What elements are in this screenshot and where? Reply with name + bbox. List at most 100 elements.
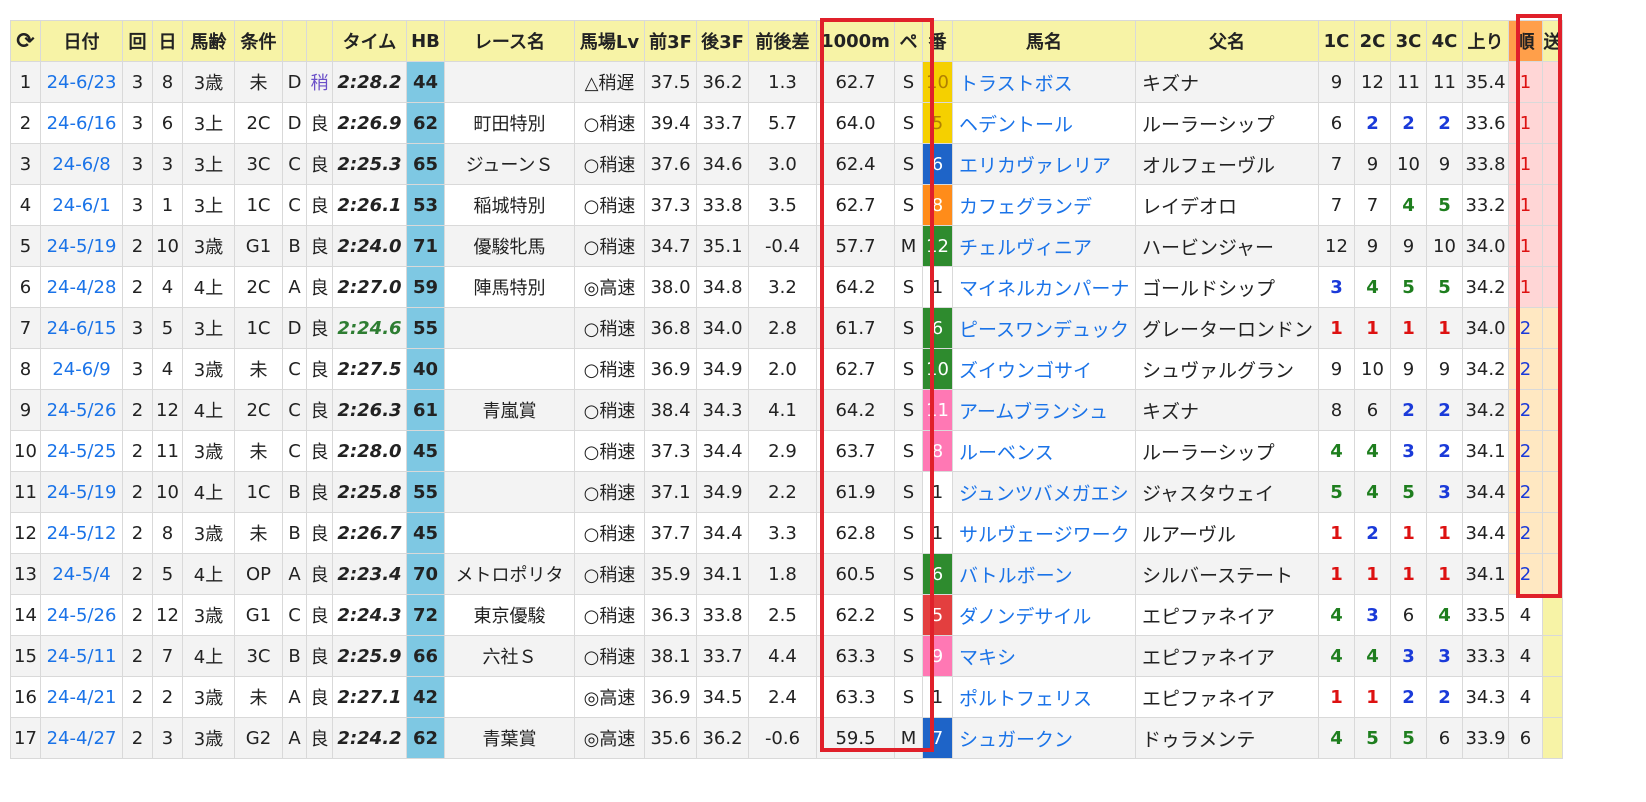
- rank-cell: 2: [1508, 307, 1543, 349]
- condition-cell: 1C: [234, 307, 283, 349]
- col-going[interactable]: [306, 20, 333, 62]
- corner-4-cell: 11: [1426, 61, 1463, 103]
- date-link[interactable]: 24-5/26: [40, 389, 123, 431]
- refresh-icon[interactable]: ⟳: [10, 20, 41, 62]
- corner-1-cell: 4: [1318, 717, 1355, 759]
- col-2c[interactable]: 2C: [1354, 20, 1391, 62]
- horse-name-link[interactable]: マキシ: [952, 635, 1136, 677]
- day-cell: 10: [152, 225, 183, 267]
- track-cell: B: [282, 225, 307, 267]
- col-1c[interactable]: 1C: [1318, 20, 1355, 62]
- track-level-cell: ○稍速: [574, 143, 645, 185]
- horse-name-link[interactable]: ジュンツバメガエシ: [952, 471, 1136, 513]
- col-diff[interactable]: 前後差: [748, 20, 817, 62]
- date-link[interactable]: 24-4/27: [40, 717, 123, 759]
- col-3c[interactable]: 3C: [1390, 20, 1427, 62]
- extra-cell: [1542, 430, 1563, 472]
- col-first-3f[interactable]: 前3F: [644, 20, 697, 62]
- hb-cell: 66: [406, 635, 445, 677]
- horse-name-link[interactable]: ピースワンデュック: [952, 307, 1136, 349]
- horse-name-link[interactable]: ズイウンゴサイ: [952, 348, 1136, 390]
- table-row: 5 24-5/19 2 10 3歳 G1 B 良 2:24.0 71 優駿牝馬 ○稍速 34.7 35.1…: [10, 225, 1563, 267]
- first-3f-cell: 38.0: [644, 266, 697, 308]
- date-link[interactable]: 24-4/28: [40, 266, 123, 308]
- horse-name-link[interactable]: バトルボーン: [952, 553, 1136, 595]
- date-link[interactable]: 24-6/9: [40, 348, 123, 390]
- col-rank[interactable]: 順: [1508, 20, 1543, 62]
- horse-name-link[interactable]: カフェグランデ: [952, 184, 1136, 226]
- col-track[interactable]: [282, 20, 307, 62]
- col-day[interactable]: 日: [152, 20, 183, 62]
- condition-cell: 2C: [234, 389, 283, 431]
- col-pace[interactable]: ペ: [894, 20, 923, 62]
- horse-name-link[interactable]: ルーベンス: [952, 430, 1136, 472]
- agari-cell: 33.5: [1462, 594, 1509, 636]
- horse-name-link[interactable]: ポルトフェリス: [952, 676, 1136, 718]
- time-cell: 2:27.0: [332, 266, 407, 308]
- horse-name-link[interactable]: アームブランシュ: [952, 389, 1136, 431]
- col-time[interactable]: タイム: [332, 20, 407, 62]
- col-number[interactable]: 番: [922, 20, 953, 62]
- 1000m-cell: 61.9: [816, 471, 895, 513]
- sire-cell: ゴールドシップ: [1135, 266, 1319, 308]
- track-cell: C: [282, 430, 307, 472]
- col-race-name[interactable]: レース名: [444, 20, 575, 62]
- col-kai[interactable]: 回: [122, 20, 153, 62]
- track-cell: D: [282, 61, 307, 103]
- date-link[interactable]: 24-5/4: [40, 553, 123, 595]
- date-link[interactable]: 24-6/16: [40, 102, 123, 144]
- horse-name-link[interactable]: シュガークン: [952, 717, 1136, 759]
- date-link[interactable]: 24-5/19: [40, 225, 123, 267]
- horse-name-link[interactable]: ヘデントール: [952, 102, 1136, 144]
- col-last-3f[interactable]: 後3F: [696, 20, 749, 62]
- corner-4-cell: 1: [1426, 512, 1463, 554]
- condition-cell: 3C: [234, 143, 283, 185]
- col-hb[interactable]: HB: [406, 20, 445, 62]
- col-extra[interactable]: 送: [1542, 20, 1563, 62]
- sire-cell: エピファネイア: [1135, 635, 1319, 677]
- horse-name-link[interactable]: ダノンデサイル: [952, 594, 1136, 636]
- corner-1-cell: 12: [1318, 225, 1355, 267]
- date-link[interactable]: 24-5/19: [40, 471, 123, 513]
- col-4c[interactable]: 4C: [1426, 20, 1463, 62]
- corner-4-cell: 9: [1426, 143, 1463, 185]
- col-date[interactable]: 日付: [40, 20, 123, 62]
- date-link[interactable]: 24-5/11: [40, 635, 123, 677]
- going-cell: 良: [306, 635, 333, 677]
- first-3f-cell: 37.1: [644, 471, 697, 513]
- date-link[interactable]: 24-5/25: [40, 430, 123, 472]
- col-age[interactable]: 馬齢: [182, 20, 235, 62]
- date-link[interactable]: 24-4/21: [40, 676, 123, 718]
- day-cell: 10: [152, 471, 183, 513]
- col-horse-name[interactable]: 馬名: [952, 20, 1136, 62]
- row-number: 1: [10, 61, 41, 103]
- date-link[interactable]: 24-5/12: [40, 512, 123, 554]
- extra-cell: [1542, 635, 1563, 677]
- kai-cell: 2: [122, 512, 153, 554]
- col-sire[interactable]: 父名: [1135, 20, 1319, 62]
- horse-name-link[interactable]: トラストボス: [952, 61, 1136, 103]
- hb-cell: 70: [406, 553, 445, 595]
- date-link[interactable]: 24-6/23: [40, 61, 123, 103]
- col-track-level[interactable]: 馬場Lv: [574, 20, 645, 62]
- horse-number-cell: 8: [922, 184, 953, 226]
- date-link[interactable]: 24-6/8: [40, 143, 123, 185]
- col-condition[interactable]: 条件: [234, 20, 283, 62]
- corner-2-cell: 6: [1354, 389, 1391, 431]
- date-link[interactable]: 24-5/26: [40, 594, 123, 636]
- first-3f-cell: 36.9: [644, 676, 697, 718]
- horse-name-link[interactable]: エリカヴァレリア: [952, 143, 1136, 185]
- condition-cell: G1: [234, 225, 283, 267]
- rank-cell: 1: [1508, 143, 1543, 185]
- horse-name-link[interactable]: サルヴェージワーク: [952, 512, 1136, 554]
- horse-name-link[interactable]: チェルヴィニア: [952, 225, 1136, 267]
- corner-3-cell: 5: [1390, 717, 1427, 759]
- corner-3-cell: 3: [1390, 430, 1427, 472]
- last-3f-cell: 34.6: [696, 143, 749, 185]
- horse-name-link[interactable]: マイネルカンパーナ: [952, 266, 1136, 308]
- corner-1-cell: 5: [1318, 471, 1355, 513]
- date-link[interactable]: 24-6/15: [40, 307, 123, 349]
- col-1000m[interactable]: 1000m: [816, 20, 895, 62]
- col-agari[interactable]: 上り: [1462, 20, 1509, 62]
- date-link[interactable]: 24-6/1: [40, 184, 123, 226]
